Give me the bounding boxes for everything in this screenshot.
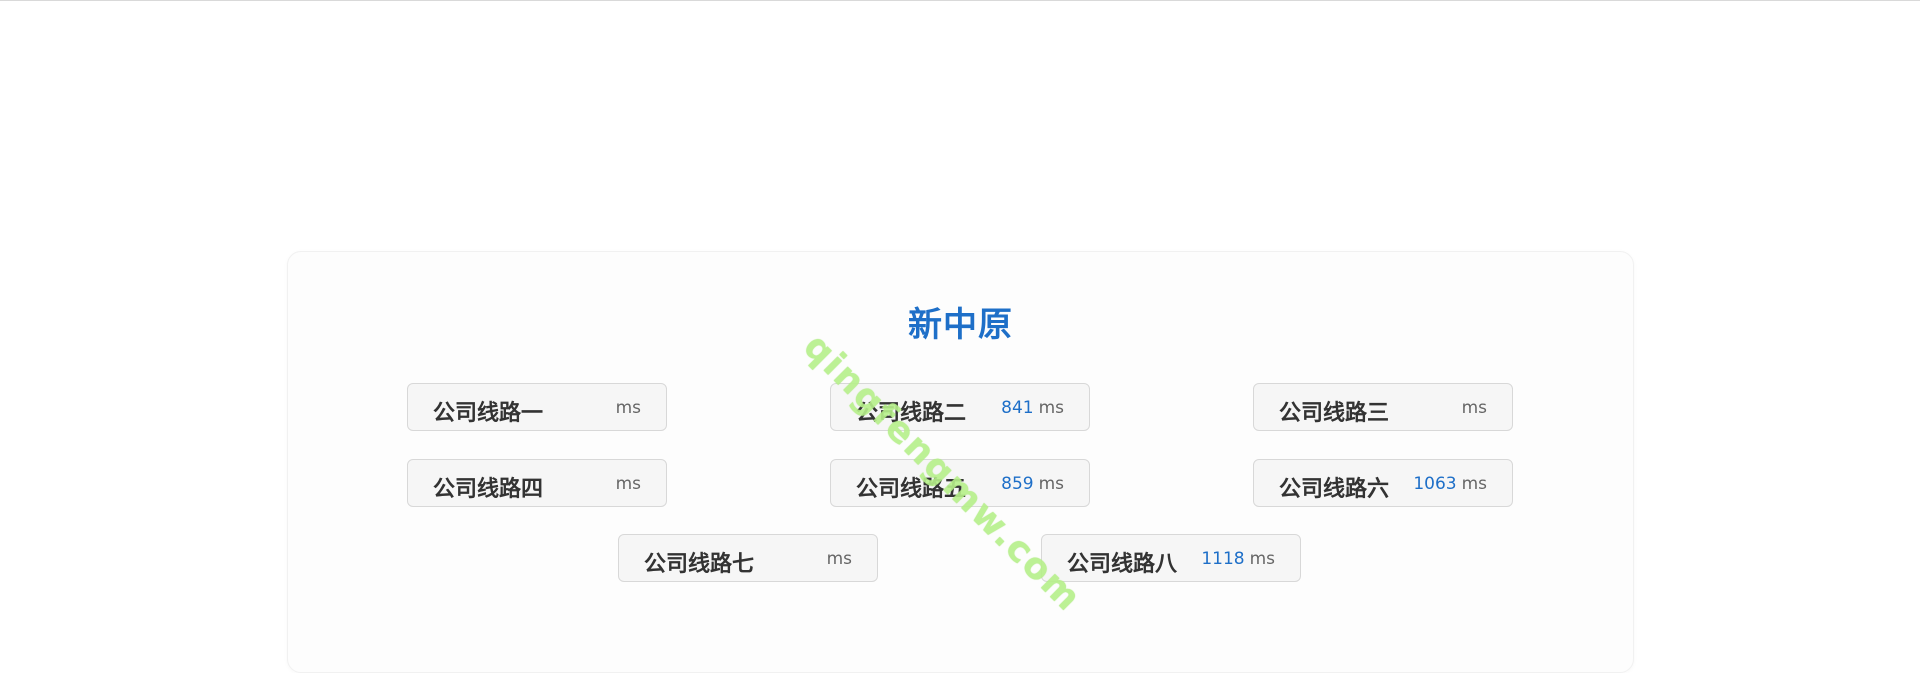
line-name: 公司线路六 — [1279, 477, 1390, 502]
line-option-3[interactable]: 公司线路三 ms — [1253, 383, 1513, 431]
line-option-8[interactable]: 公司线路八 1118 ms — [1041, 534, 1301, 582]
line-option-5[interactable]: 公司线路五 859 ms — [830, 459, 1090, 507]
latency: 841 ms — [1001, 398, 1064, 418]
line-name: 公司线路四 — [433, 477, 544, 502]
latency-unit: ms — [1038, 474, 1064, 494]
card-title: 新中原 — [908, 305, 1013, 345]
line-option-4[interactable]: 公司线路四 ms — [407, 459, 667, 507]
line-option-6[interactable]: 公司线路六 1063 ms — [1253, 459, 1513, 507]
latency-unit: ms — [826, 549, 852, 569]
latency-unit: ms — [1461, 398, 1487, 418]
line-option-7[interactable]: 公司线路七 ms — [618, 534, 878, 582]
line-name: 公司线路五 — [856, 477, 967, 502]
latency: ms — [1457, 398, 1487, 418]
top-divider — [0, 0, 1920, 1]
latency-unit: ms — [1461, 474, 1487, 494]
latency-value: 859 — [1001, 474, 1034, 494]
latency-unit: ms — [1249, 549, 1275, 569]
latency: 1063 ms — [1413, 474, 1487, 494]
latency: ms — [611, 474, 641, 494]
line-select-card: 新中原 公司线路一 ms 公司线路二 841 ms 公司线路三 ms 公司线路四 … — [287, 251, 1634, 673]
line-option-2[interactable]: 公司线路二 841 ms — [830, 383, 1090, 431]
latency-unit: ms — [615, 398, 641, 418]
line-name: 公司线路三 — [1279, 401, 1390, 426]
latency-value: 1118 — [1201, 549, 1245, 569]
latency: 859 ms — [1001, 474, 1064, 494]
line-name: 公司线路七 — [644, 552, 755, 577]
latency-value: 841 — [1001, 398, 1034, 418]
latency: ms — [822, 549, 852, 569]
line-name: 公司线路一 — [433, 401, 544, 426]
line-option-1[interactable]: 公司线路一 ms — [407, 383, 667, 431]
line-name: 公司线路八 — [1067, 552, 1178, 577]
latency-value: 1063 — [1413, 474, 1457, 494]
latency: ms — [611, 398, 641, 418]
latency-unit: ms — [615, 474, 641, 494]
line-name: 公司线路二 — [856, 401, 967, 426]
latency-unit: ms — [1038, 398, 1064, 418]
latency: 1118 ms — [1201, 549, 1275, 569]
